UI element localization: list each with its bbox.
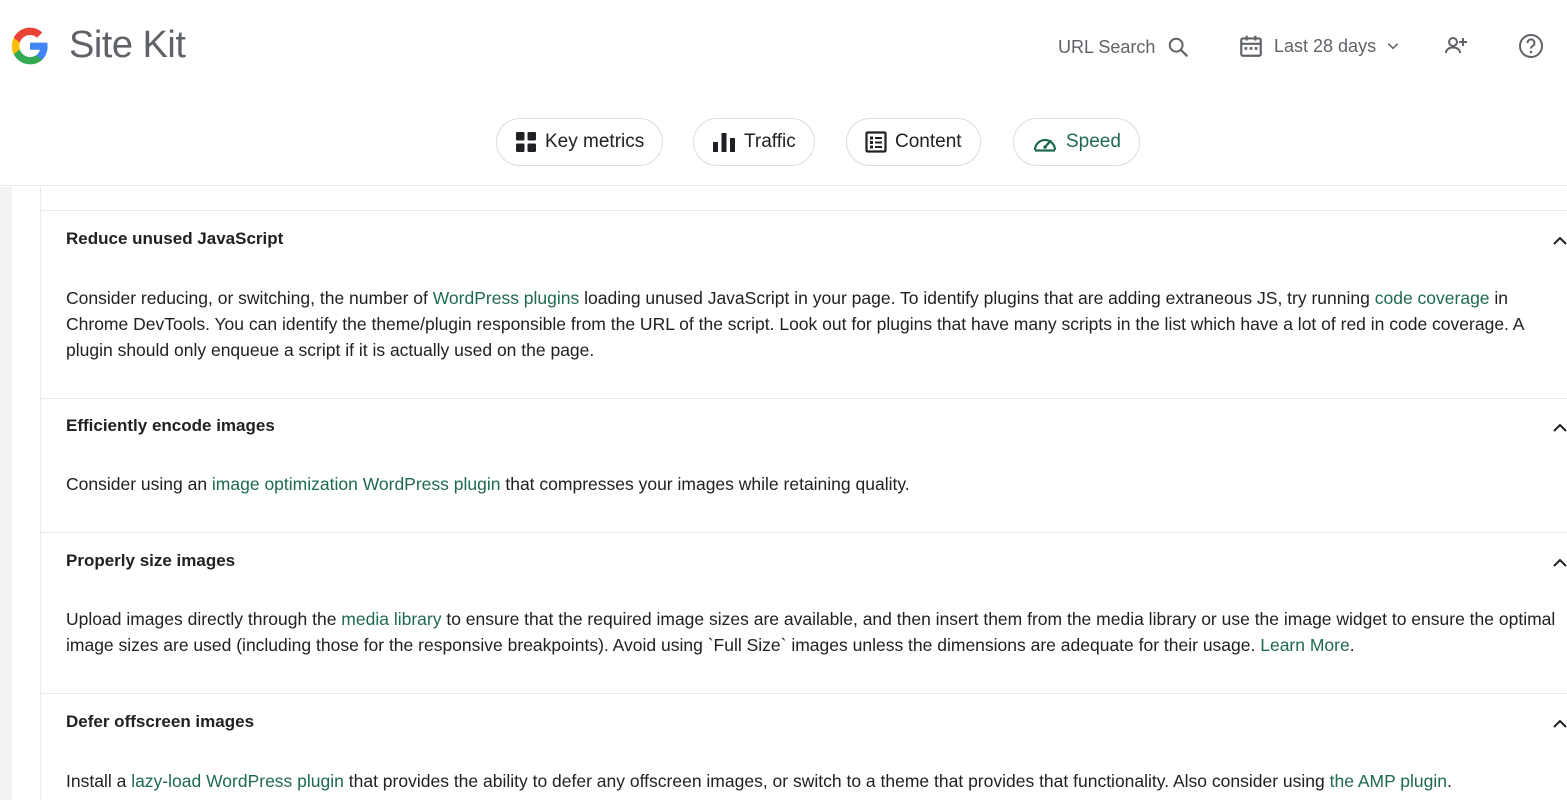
- site-kit-title: Site Kit: [69, 24, 186, 66]
- description-text: that provides the ability to defer any o…: [343, 771, 1330, 791]
- add-user-icon[interactable]: [1443, 33, 1469, 59]
- speedometer-icon: [1033, 138, 1057, 152]
- description-text: Upload images directly through the: [66, 609, 342, 629]
- recommendation-title: Reduce unused JavaScript: [66, 229, 284, 248]
- tab-traffic-label: Traffic: [744, 131, 796, 152]
- tab-speed-label: Speed: [1066, 131, 1121, 152]
- tab-key-metrics[interactable]: Key metrics: [496, 118, 664, 166]
- recommendation-title: Properly size images: [66, 551, 236, 570]
- search-icon: [1169, 37, 1189, 57]
- tab-speed[interactable]: Speed: [1013, 118, 1140, 166]
- site-header: Site Kit URL Search Last 28 days: [0, 0, 1567, 92]
- content-icon: [865, 131, 887, 153]
- calendar-icon: [1240, 35, 1262, 57]
- image-optimization-plugin-link[interactable]: image optimization WordPress plugin: [212, 474, 501, 494]
- media-library-link[interactable]: media library: [341, 609, 441, 629]
- description-text: .: [1447, 771, 1452, 791]
- bar-chart-icon: [713, 133, 735, 152]
- chevron-up-icon[interactable]: [1552, 555, 1567, 571]
- description-text: Consider reducing, or switching, the num…: [66, 288, 433, 308]
- speed-recommendations-panel: Reduce unused JavaScript Consider reduci…: [40, 187, 1567, 800]
- lazy-load-plugin-link[interactable]: lazy-load WordPress plugin: [131, 771, 344, 791]
- grid-icon: [516, 132, 536, 152]
- tab-content-label: Content: [895, 131, 962, 152]
- date-range-label: Last 28 days: [1274, 35, 1377, 56]
- recommendation-description: Consider reducing, or switching, the num…: [66, 285, 1561, 363]
- dashboard-navigation: Key metrics Traffic Content Speed: [0, 92, 1567, 186]
- recommendation-description: Upload images directly through the media…: [66, 606, 1561, 658]
- tab-traffic[interactable]: Traffic: [693, 118, 815, 166]
- code-coverage-link[interactable]: code coverage: [1375, 288, 1490, 308]
- tab-key-metrics-label: Key metrics: [545, 131, 645, 152]
- learn-more-link[interactable]: Learn More: [1260, 635, 1350, 655]
- tab-content[interactable]: Content: [846, 118, 981, 166]
- date-range-selector[interactable]: Last 28 days: [1238, 32, 1400, 60]
- amp-plugin-link[interactable]: the AMP plugin: [1330, 771, 1447, 791]
- chevron-up-icon[interactable]: [1552, 233, 1567, 249]
- description-text: Install a: [66, 771, 132, 791]
- chevron-up-icon[interactable]: [1552, 716, 1567, 732]
- chevron-down-icon: [1387, 43, 1399, 50]
- left-rail: [0, 187, 12, 800]
- recommendation-description: Consider using an image optimization Wor…: [66, 471, 1561, 497]
- wordpress-plugins-link[interactable]: WordPress plugins: [433, 288, 580, 308]
- recommendation-title: Efficiently encode images: [66, 416, 275, 435]
- recommendation-properly-size-images: Properly size images Upload images direc…: [41, 532, 1567, 693]
- description-text: that compresses your images while retain…: [500, 474, 910, 494]
- description-text: Consider using an: [66, 474, 212, 494]
- help-icon[interactable]: [1518, 33, 1544, 59]
- recommendation-title: Defer offscreen images: [66, 712, 255, 731]
- recommendation-reduce-unused-javascript: Reduce unused JavaScript Consider reduci…: [41, 210, 1567, 398]
- url-search-label: URL Search: [1058, 36, 1156, 57]
- url-search-button[interactable]: URL Search: [1058, 34, 1189, 60]
- recommendation-defer-offscreen-images: Defer offscreen images Install a lazy-lo…: [41, 693, 1567, 800]
- description-text: .: [1349, 635, 1355, 655]
- description-text: loading unused JavaScript in your page. …: [579, 288, 1375, 308]
- chevron-up-icon[interactable]: [1552, 420, 1567, 436]
- google-g-logo: [11, 27, 48, 65]
- recommendation-description: Install a lazy-load WordPress plugin tha…: [66, 768, 1561, 794]
- recommendation-efficiently-encode-images: Efficiently encode images Consider using…: [41, 398, 1567, 532]
